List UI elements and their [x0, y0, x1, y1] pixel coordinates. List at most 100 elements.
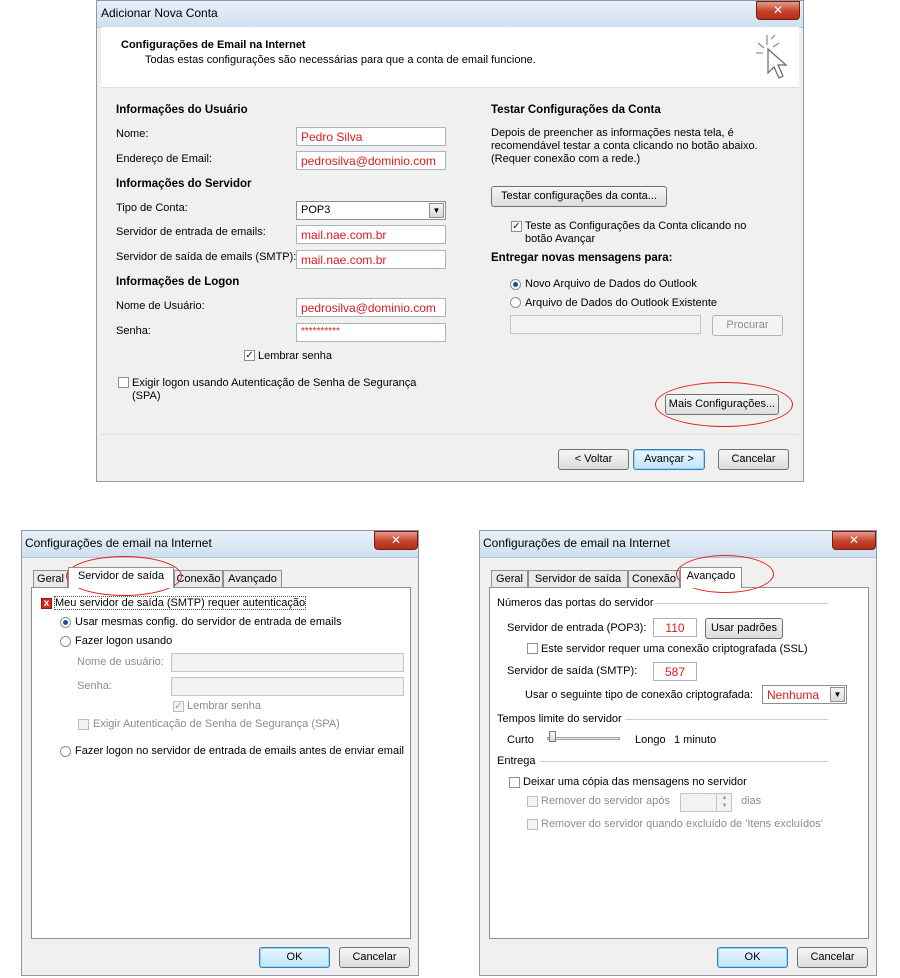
short-label: Curto [507, 734, 534, 746]
title-bar[interactable]: Configurações de email na Internet ✕ [480, 531, 876, 558]
ssl-checkbox[interactable] [527, 643, 538, 654]
requires-auth-label: Meu servidor de saída (SMTP) requer aute… [53, 596, 307, 610]
timeouts-separator [625, 719, 828, 720]
require-spa-checkbox[interactable] [78, 719, 89, 730]
tab-outgoing-server[interactable]: Servidor de saída [528, 570, 628, 588]
tab-general[interactable]: Geral [33, 570, 68, 588]
ssl-label: Este servidor requer uma conexão criptog… [541, 643, 808, 655]
tab-pane: x Meu servidor de saída (SMTP) requer au… [31, 587, 411, 939]
advanced-settings-dialog: Configurações de email na Internet ✕ Ger… [479, 530, 877, 976]
new-data-file-radio[interactable] [510, 279, 521, 290]
delivery-separator [540, 761, 828, 762]
username-field[interactable] [171, 653, 404, 672]
outgoing-port-field[interactable]: 587 [653, 662, 697, 681]
outgoing-server-field[interactable]: mail.nae.com.br [296, 250, 446, 269]
auto-test-checkbox[interactable]: ✓ [511, 221, 522, 232]
dialog-title: Adicionar Nova Conta [101, 6, 218, 20]
logon-before-send-radio[interactable] [60, 746, 71, 757]
incoming-port-field[interactable]: 110 [653, 618, 697, 637]
timeout-slider-track[interactable] [547, 737, 620, 740]
existing-data-file-radio[interactable] [510, 297, 521, 308]
server-info-heading: Informações do Servidor [116, 178, 252, 190]
header-subtitle: Todas estas configurações são necessária… [145, 54, 536, 66]
timeout-slider-thumb[interactable] [549, 731, 556, 742]
leave-copy-checkbox[interactable] [509, 777, 520, 788]
test-desc-line2: recomendável testar a conta clicando no … [491, 140, 758, 152]
password-field[interactable]: ********** [296, 323, 446, 342]
leave-copy-label: Deixar uma cópia das mensagens no servid… [523, 776, 747, 788]
cancel-button[interactable]: Cancelar [339, 947, 410, 968]
test-heading: Testar Configurações da Conta [491, 104, 661, 116]
tab-advanced[interactable]: Avançado [223, 570, 282, 588]
header-title: Configurações de Email na Internet [121, 39, 306, 51]
browse-button[interactable]: Procurar [712, 315, 783, 336]
account-type-value: POP3 [301, 204, 331, 216]
back-button[interactable]: < Voltar [558, 449, 629, 470]
incoming-server-field[interactable]: mail.nae.com.br [296, 225, 446, 244]
dialog-title: Configurações de email na Internet [483, 536, 670, 550]
test-account-button[interactable]: Testar configurações da conta... [491, 186, 667, 207]
user-info-heading: Informações do Usuário [116, 104, 248, 116]
use-same-settings-radio[interactable] [60, 617, 71, 628]
outgoing-server-label: Servidor de saída de emails (SMTP): [116, 251, 297, 263]
use-same-settings-label: Usar mesmas config. do servidor de entra… [75, 616, 342, 628]
cancel-button[interactable]: Cancelar [718, 449, 789, 470]
require-spa-label: Exigir Autenticação de Senha de Seguranç… [93, 718, 340, 730]
outgoing-server-dialog: Configurações de email na Internet ✕ Ger… [21, 530, 419, 976]
use-defaults-button[interactable]: Usar padrões [705, 618, 783, 639]
tab-general[interactable]: Geral [491, 570, 528, 588]
remove-deleted-label: Remover do servidor quando excluído de '… [541, 818, 823, 830]
requires-auth-checkbox[interactable]: x [41, 598, 52, 609]
email-label: Endereço de Email: [116, 153, 212, 165]
logon-before-send-label: Fazer logon no servidor de entrada de em… [75, 745, 404, 757]
auto-test-label-line2: botão Avançar [525, 233, 596, 245]
long-label: Longo [635, 734, 666, 746]
incoming-server-label: Servidor de entrada de emails: [116, 226, 266, 238]
username-label: Nome de usuário: [77, 656, 164, 668]
delivery-heading: Entrega [497, 755, 536, 767]
remove-after-checkbox[interactable] [527, 796, 538, 807]
timeouts-heading: Tempos limite do servidor [497, 713, 622, 725]
days-spinner[interactable]: ▲ ▼ [716, 794, 732, 811]
test-desc-line1: Depois de preencher as informações nesta… [491, 127, 734, 139]
spa-checkbox[interactable] [118, 377, 129, 388]
logon-using-label: Fazer logon usando [75, 635, 173, 647]
remember-password-label: Lembrar senha [258, 350, 332, 362]
cancel-button[interactable]: Cancelar [797, 947, 868, 968]
remember-password-checkbox[interactable]: ✓ [173, 701, 184, 712]
name-field[interactable]: Pedro Silva [296, 127, 446, 146]
more-settings-button[interactable]: Mais Configurações... [665, 394, 779, 415]
data-file-path-field[interactable] [510, 315, 701, 334]
tab-advanced[interactable]: Avançado [680, 567, 742, 588]
title-bar[interactable]: Configurações de email na Internet ✕ [22, 531, 418, 558]
password-field[interactable] [171, 677, 404, 696]
tab-pane: Números das portas do servidor Servidor … [489, 587, 869, 939]
title-bar[interactable]: Adicionar Nova Conta ✕ [97, 1, 803, 28]
ports-heading: Números das portas do servidor [497, 597, 654, 609]
add-account-dialog: Adicionar Nova Conta ✕ Configurações de … [96, 0, 804, 482]
incoming-port-label: Servidor de entrada (POP3): [507, 622, 647, 634]
chevron-down-icon[interactable]: ▼ [429, 203, 444, 218]
close-button[interactable]: ✕ [374, 531, 418, 550]
tab-connection[interactable]: Conexão [628, 570, 680, 588]
chevron-down-icon[interactable]: ▼ [830, 687, 845, 702]
tab-outgoing-server[interactable]: Servidor de saída [68, 567, 174, 588]
tab-connection[interactable]: Conexão [174, 570, 223, 588]
close-button[interactable]: ✕ [756, 1, 800, 20]
account-type-select[interactable]: POP3 ▼ [296, 201, 446, 220]
encryption-select[interactable]: Nenhuma ▼ [762, 685, 847, 704]
password-label: Senha: [77, 680, 112, 692]
email-field[interactable]: pedrosilva@dominio.com [296, 151, 446, 170]
remember-password-checkbox[interactable]: ✓ [244, 350, 255, 361]
close-button[interactable]: ✕ [832, 531, 876, 550]
header-panel: Configurações de Email na Internet Todas… [101, 27, 799, 88]
outgoing-port-label: Servidor de saída (SMTP): [507, 665, 638, 677]
username-field[interactable]: pedrosilva@dominio.com [296, 298, 446, 317]
ok-button[interactable]: OK [717, 947, 788, 968]
spa-label-line2: (SPA) [132, 390, 161, 402]
auto-test-label-line1: Teste as Configurações da Conta clicando… [525, 220, 747, 232]
logon-using-radio[interactable] [60, 636, 71, 647]
remove-deleted-checkbox[interactable] [527, 819, 538, 830]
next-button[interactable]: Avançar > [633, 449, 705, 470]
ok-button[interactable]: OK [259, 947, 330, 968]
